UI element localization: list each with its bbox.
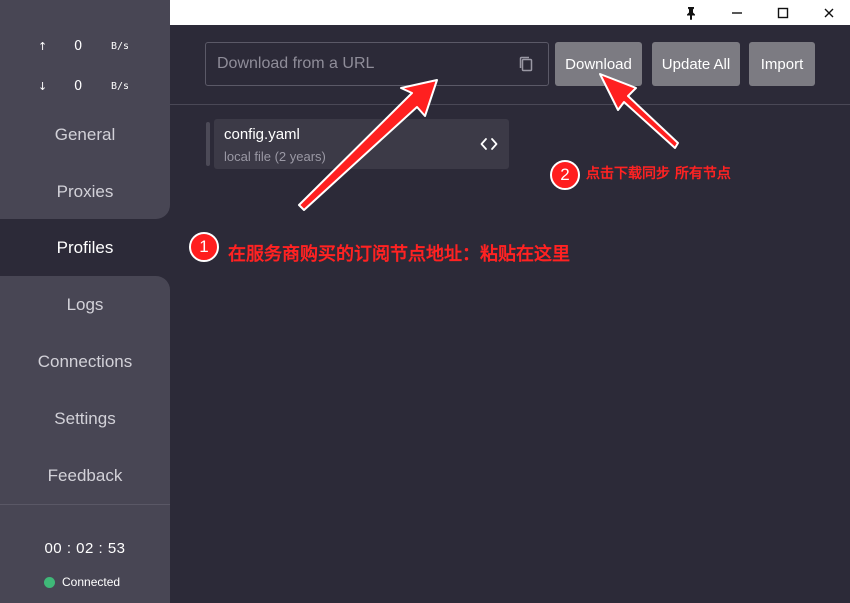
step-2-annotation: 点击下载同步 所有节点 [586,166,731,182]
divider [0,504,170,505]
upload-arrow-icon: ↑ [38,39,48,53]
import-button[interactable]: Import [749,42,815,86]
download-button[interactable]: Download [555,42,642,86]
connection-status: Connected [44,575,120,589]
nav-corner [150,199,170,219]
code-edit-icon[interactable] [480,137,498,151]
sidebar-item-feedback[interactable]: Feedback [0,447,170,504]
app-window: ↑ 0 B/s ↓ 0 B/s General Proxies Profiles… [0,0,850,603]
pin-icon[interactable] [668,0,714,25]
profile-card-handle [206,122,210,166]
uptime-timer: 00 : 02 : 53 [44,540,126,557]
upload-value: 0 [74,38,83,54]
step-1-badge: 1 [189,232,219,262]
download-value: 0 [74,78,83,94]
url-input[interactable] [205,42,549,86]
divider [170,104,850,105]
sidebar-item-proxies[interactable]: Proxies [0,163,170,220]
maximize-icon[interactable] [760,0,806,25]
profile-card[interactable]: config.yaml local file (2 years) [214,119,509,169]
close-icon[interactable] [806,0,850,25]
download-unit: B/s [111,80,130,92]
upload-unit: B/s [111,40,130,52]
title-bar [170,0,850,25]
download-arrow-icon: ↓ [38,79,48,93]
upload-speed: ↑ 0 B/s [0,26,170,66]
sidebar-item-logs[interactable]: Logs [0,276,170,333]
status-label: Connected [62,575,121,589]
minimize-icon[interactable] [714,0,760,25]
download-speed: ↓ 0 B/s [0,66,170,106]
sidebar-item-general[interactable]: General [0,106,170,163]
paste-icon[interactable] [517,55,535,73]
profile-source: local file (2 years) [224,149,326,164]
sidebar-item-settings[interactable]: Settings [0,390,170,447]
profile-name: config.yaml [224,126,300,143]
sidebar: ↑ 0 B/s ↓ 0 B/s General Proxies Profiles… [0,0,170,603]
sidebar-item-profiles[interactable]: Profiles [0,219,170,276]
status-dot-icon [44,576,55,588]
step-1-annotation: 在服务商购买的订阅节点地址：粘贴在这里 [228,244,570,265]
step-2-badge: 2 [550,160,580,190]
update-all-button[interactable]: Update All [652,42,740,86]
sidebar-item-connections[interactable]: Connections [0,333,170,390]
